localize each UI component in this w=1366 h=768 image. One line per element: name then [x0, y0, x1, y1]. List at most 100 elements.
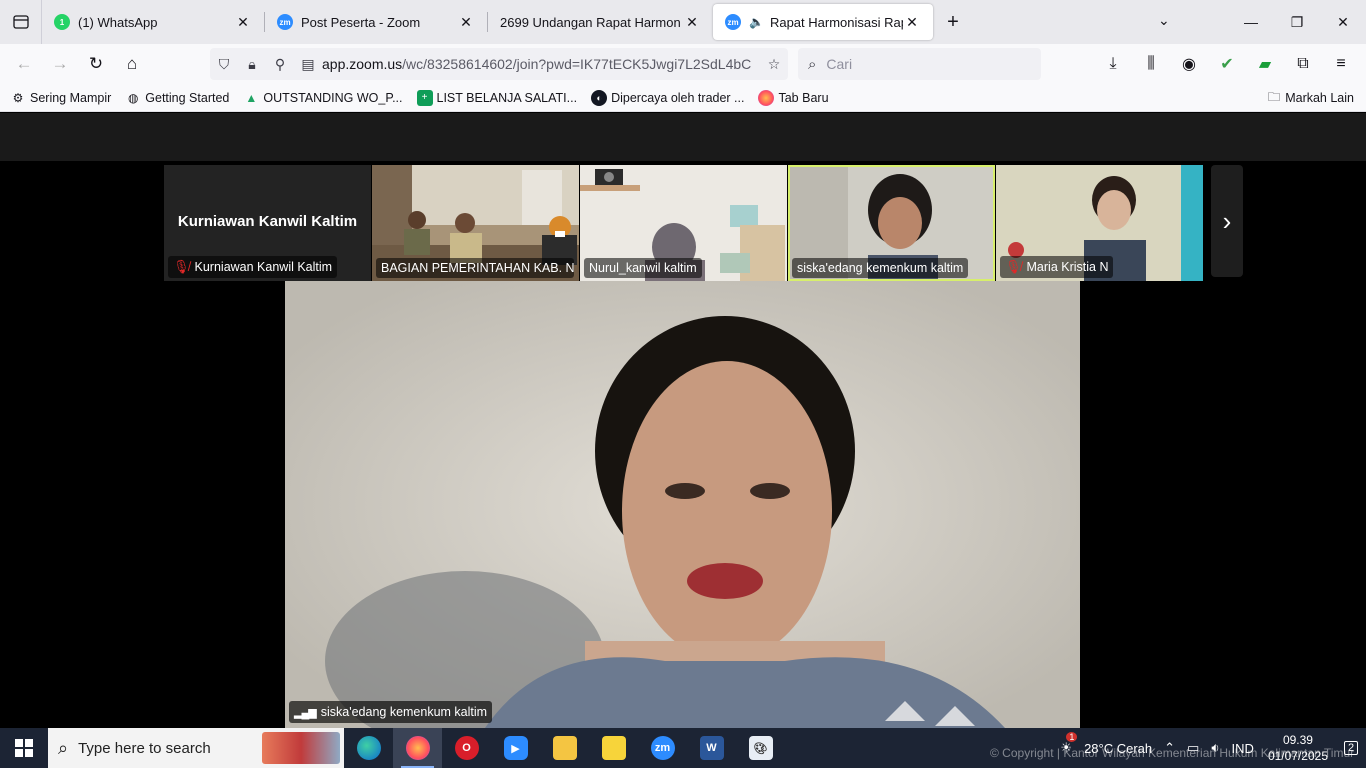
tab-undangan[interactable]: 2699 Undangan Rapat Harmon Pase ✕: [488, 4, 713, 40]
signal-strength-icon: ▂▄▆: [294, 706, 317, 719]
taskbar-word[interactable]: W: [687, 728, 736, 768]
star-icon[interactable]: ☆: [760, 56, 788, 73]
library-icon[interactable]: ⫼: [1132, 48, 1170, 80]
folder-icon: 🗀: [1267, 89, 1281, 104]
zoom-icon: zm: [725, 14, 741, 30]
taskbar-zoom-meetings[interactable]: ▶: [491, 728, 540, 768]
home-icon[interactable]: ⌂: [114, 48, 150, 80]
search-icon: ⌕: [58, 737, 69, 758]
tab-whatsapp[interactable]: 1 (1) WhatsApp ✕: [42, 4, 264, 40]
participant-tile[interactable]: Kurniawan Kanwil Kaltim 🎙︎̸ Kurniawan Kan…: [164, 165, 371, 281]
opera-icon: O: [454, 736, 479, 760]
extension-green-icon[interactable]: ▰: [1246, 48, 1284, 80]
network-icon[interactable]: ▭: [1187, 740, 1199, 756]
url-path: /wc/83258614602/join?pwd=IK77tECK5Jwgi7L…: [402, 56, 752, 72]
participant-name-tag: siska'edang kemenkum kaltim: [792, 258, 969, 278]
close-tab-icon[interactable]: ✕: [234, 14, 252, 31]
tab-title: 2699 Undangan Rapat Harmon Pase: [500, 14, 683, 30]
zoom-icon: zm: [277, 14, 293, 30]
bookmark-dipercaya[interactable]: ◐ Dipercaya oleh trader ...: [591, 89, 744, 106]
back-icon[interactable]: ←: [6, 48, 42, 80]
bookmark-sering-mampir[interactable]: ⚙ Sering Mampir: [10, 90, 112, 106]
weather-icon[interactable]: ☀ 1: [1060, 732, 1078, 756]
gallery-next-button[interactable]: ›: [1211, 165, 1243, 277]
window-controls: — ❐ ✕: [1228, 0, 1366, 44]
participant-tile[interactable]: BAGIAN PEMERINTAHAN KAB. NU...: [372, 165, 579, 281]
participant-name: BAGIAN PEMERINTAHAN KAB. NU...: [381, 261, 574, 275]
active-speaker-name-tag: ▂▄▆ siska'edang kemenkum kaltim: [289, 701, 493, 723]
participant-name-tag: Nurul_kanwil kaltim: [584, 258, 702, 278]
chevron-down-icon[interactable]: ⌄: [1158, 12, 1170, 29]
extension-icon[interactable]: ✔: [1208, 48, 1246, 80]
bookmark-label: Getting Started: [145, 90, 230, 105]
tab-title: Post Peserta - Zoom: [301, 14, 421, 30]
bookmark-label: LIST BELANJA SALATI...: [436, 90, 578, 105]
close-window-icon[interactable]: ✕: [1320, 0, 1366, 44]
volume-icon[interactable]: 🔉︎: [1211, 740, 1219, 756]
speaker-video-frame: [285, 281, 1080, 728]
taskbar-sticky-notes[interactable]: [589, 728, 638, 768]
minimize-icon[interactable]: —: [1228, 0, 1274, 44]
edge-icon: [356, 736, 381, 760]
tab-rapat-harmonisasi[interactable]: zm 🔈 Rapat Harmonisasi Raperbu ✕: [713, 4, 933, 40]
taskbar-search-input[interactable]: ⌕ Type here to search: [48, 728, 344, 768]
bookmark-label: Sering Mampir: [30, 90, 112, 105]
taskbar-zoom[interactable]: zm: [638, 728, 687, 768]
restore-icon[interactable]: ❐: [1274, 0, 1320, 44]
reload-icon[interactable]: ↻: [78, 48, 114, 80]
reader-icon[interactable]: ▤: [294, 56, 322, 73]
bookmark-getting-started[interactable]: ◍ Getting Started: [125, 90, 229, 106]
menu-icon[interactable]: ≡: [1322, 48, 1360, 80]
clock[interactable]: 09.39 01/07/2025: [1268, 732, 1328, 764]
active-speaker-name: siska'edang kemenkum kaltim: [320, 705, 488, 719]
tab-title: (1) WhatsApp: [78, 14, 158, 30]
participant-tile[interactable]: 🎙︎̸ Maria Kristia N: [996, 165, 1203, 281]
taskbar-edge[interactable]: [344, 728, 393, 768]
chevron-up-icon[interactable]: ⌃: [1164, 740, 1175, 756]
taskbar-file-explorer[interactable]: [540, 728, 589, 768]
url-text[interactable]: app.zoom.us/wc/83258614602/join?pwd=IK77…: [322, 56, 760, 72]
muted-mic-icon: 🎙︎̸: [1005, 259, 1022, 274]
account-icon[interactable]: ◉: [1170, 48, 1208, 80]
chevron-right-icon: ›: [1222, 205, 1232, 236]
download-icon[interactable]: ⤓: [1094, 48, 1132, 80]
tab-zoom-post[interactable]: zm Post Peserta - Zoom ✕: [265, 4, 487, 40]
other-bookmarks[interactable]: 🗀 Markah Lain: [1268, 84, 1354, 112]
participant-tile[interactable]: Nurul_kanwil kaltim: [580, 165, 787, 281]
close-tab-icon[interactable]: ✕: [683, 14, 701, 31]
participant-tile-speaking[interactable]: siska'edang kemenkum kaltim: [788, 165, 995, 281]
bookmark-label: OUTSTANDING WO_P...: [263, 90, 403, 105]
notification-center-icon[interactable]: 2: [1336, 728, 1366, 768]
url-bar[interactable]: ⛉ 🔒︎ ⚲ ▤ app.zoom.us/wc/83258614602/join…: [210, 48, 788, 80]
taskbar-opera[interactable]: O: [442, 728, 491, 768]
windows-taskbar: ⌕ Type here to search O ▶ zm W 🎨︎ © Copy…: [0, 728, 1366, 768]
bookmark-list-belanja[interactable]: + LIST BELANJA SALATI...: [416, 89, 578, 106]
tab-title: Rapat Harmonisasi Raperbu: [769, 14, 903, 30]
bookmark-tab-baru[interactable]: Tab Baru: [758, 89, 829, 106]
new-tab-icon[interactable]: +: [933, 11, 973, 34]
weather-text[interactable]: 28°C Cerah: [1084, 741, 1152, 756]
search-icon: ⌕: [808, 55, 817, 73]
participant-name-tag: 🎙︎̸ Maria Kristia N: [1000, 256, 1114, 278]
search-highlight-icon: [262, 732, 340, 764]
speaker-icon[interactable]: 🔈: [749, 15, 764, 29]
browser-tab-bar: 1 (1) WhatsApp ✕ zm Post Peserta - Zoom …: [0, 0, 1366, 44]
firefox-icon: [405, 736, 430, 760]
permissions-icon[interactable]: ⚲: [266, 56, 294, 73]
taskbar-paint[interactable]: 🎨︎: [736, 728, 785, 768]
shield-icon[interactable]: ⛉: [210, 56, 238, 73]
tab-list-icon[interactable]: [0, 0, 42, 44]
extensions-icon[interactable]: ⧉: [1284, 48, 1322, 80]
lock-icon[interactable]: 🔒︎: [238, 56, 266, 73]
windows-start-icon[interactable]: [0, 728, 48, 768]
language-indicator[interactable]: IND: [1232, 741, 1254, 756]
bookmark-outstanding[interactable]: ▲ OUTSTANDING WO_P...: [243, 90, 402, 106]
close-tab-icon[interactable]: ✕: [903, 14, 921, 31]
close-tab-icon[interactable]: ✕: [457, 14, 475, 31]
forward-icon[interactable]: →: [42, 48, 78, 80]
taskbar-firefox[interactable]: [393, 728, 442, 768]
paint-icon: 🎨︎: [748, 736, 773, 760]
participant-name: Kurniawan Kanwil Kaltim: [194, 260, 333, 274]
globe-icon: ◍: [128, 90, 139, 105]
search-input[interactable]: ⌕ Cari: [798, 48, 1041, 80]
